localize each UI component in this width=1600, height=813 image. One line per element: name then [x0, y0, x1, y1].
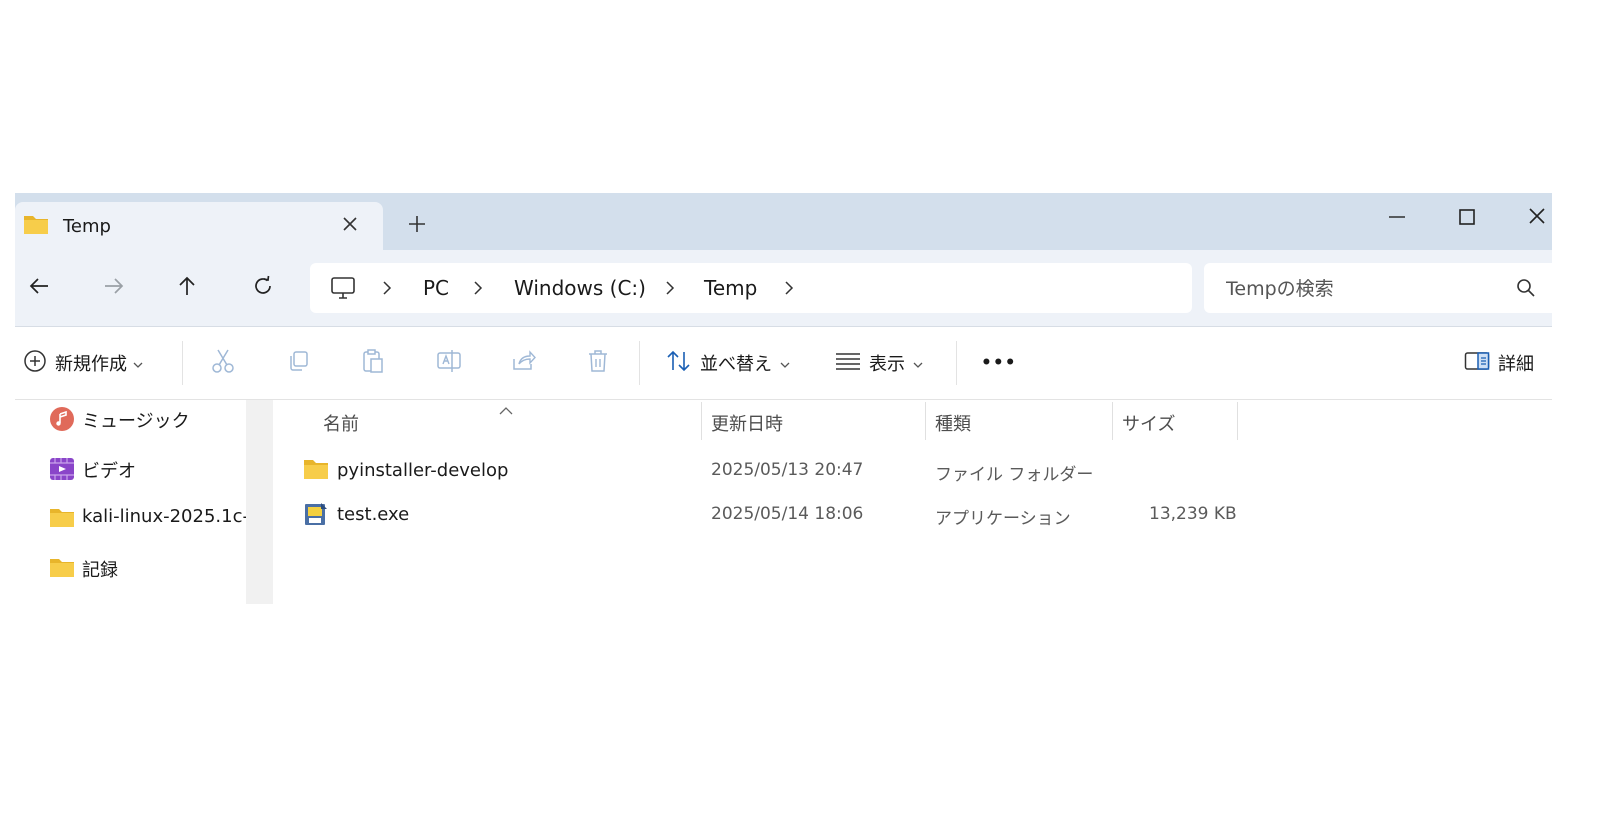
toolbar-divider — [182, 341, 183, 385]
column-divider[interactable] — [1237, 402, 1238, 440]
search-icon[interactable] — [1516, 278, 1536, 298]
column-divider[interactable] — [1112, 402, 1113, 440]
cut-icon — [211, 348, 235, 378]
view-button-label: 表示 — [869, 354, 905, 375]
sidebar-item-video[interactable]: ビデオ — [49, 452, 245, 486]
share-button[interactable] — [511, 327, 537, 399]
view-button[interactable]: 表示 — [835, 327, 923, 399]
tab-temp[interactable]: Temp — [15, 202, 383, 250]
details-pane-icon — [1464, 350, 1490, 376]
file-type: アプリケーション — [935, 509, 1071, 529]
copy-button[interactable] — [286, 327, 310, 399]
breadcrumb-temp[interactable]: Temp — [704, 276, 757, 300]
video-icon — [49, 456, 75, 482]
paste-button[interactable] — [361, 327, 385, 399]
share-icon — [511, 349, 537, 377]
navigation-pane-scrollbar[interactable] — [246, 400, 273, 604]
address-bar[interactable]: PC Windows (C:) Temp — [310, 263, 1192, 313]
navigation-pane: ミュージック ビデオ kali-linux-2025.1c-v 記録 — [15, 400, 246, 604]
sidebar-item-label: ミュージック — [82, 411, 190, 432]
maximize-button[interactable] — [1447, 199, 1487, 235]
sidebar-item-label: ビデオ — [82, 461, 136, 482]
chevron-down-icon — [780, 354, 790, 373]
forward-arrow-icon[interactable] — [102, 274, 126, 298]
toolbar-divider — [956, 341, 957, 385]
new-button[interactable]: 新規作成 — [23, 327, 143, 399]
column-header-modified[interactable]: 更新日時 — [711, 410, 783, 436]
folder-icon — [49, 505, 75, 531]
close-tab-icon[interactable] — [339, 213, 361, 235]
table-row[interactable]: pyinstaller-develop 2025/05/13 20:47 ファイ… — [301, 451, 1261, 491]
sidebar-item-label: 記録 — [82, 560, 118, 581]
file-explorer-window: Temp PC Windows (C:) Temp Tempの検索 新規作成 並… — [15, 193, 1552, 604]
navigation-bar: PC Windows (C:) Temp — [15, 250, 1552, 327]
toolbar-divider — [639, 341, 640, 385]
chevron-down-icon — [913, 354, 923, 373]
sort-ascending-icon — [499, 400, 513, 415]
copy-icon — [286, 349, 310, 377]
breadcrumb-windows-c[interactable]: Windows (C:) — [514, 276, 646, 300]
command-bar: 新規作成 並べ替え 表示 ••• 詳細 — [15, 327, 1552, 400]
music-icon — [49, 406, 75, 432]
table-row[interactable]: test.exe 2025/05/14 18:06 アプリケーション 13,23… — [301, 495, 1261, 535]
sort-button[interactable]: 並べ替え — [666, 327, 790, 399]
file-type: ファイル フォルダー — [935, 465, 1094, 485]
sort-icon — [666, 349, 692, 377]
file-list: 名前 更新日時 種類 サイズ pyinstaller-develop 2025/… — [273, 400, 1552, 604]
more-options-button[interactable]: ••• — [981, 327, 1017, 399]
folder-icon — [23, 213, 49, 239]
search-box[interactable] — [1204, 263, 1552, 313]
chevron-right-icon[interactable] — [381, 280, 393, 296]
sidebar-item-kali-linux[interactable]: kali-linux-2025.1c-v — [49, 501, 246, 535]
column-header-size[interactable]: サイズ — [1122, 410, 1175, 436]
trash-icon — [586, 348, 610, 378]
folder-icon — [303, 457, 329, 483]
refresh-icon[interactable] — [251, 274, 275, 298]
back-arrow-icon[interactable] — [27, 274, 51, 298]
column-header-name[interactable]: 名前 — [323, 410, 359, 436]
chevron-right-icon[interactable] — [472, 280, 484, 296]
more-options-icon: ••• — [981, 353, 1017, 373]
up-arrow-icon[interactable] — [175, 274, 199, 298]
details-pane-button[interactable]: 詳細 — [1464, 327, 1534, 399]
new-tab-icon[interactable] — [406, 213, 428, 235]
file-size: 13,239 KB — [1149, 504, 1237, 524]
search-input[interactable] — [1224, 274, 1508, 304]
chevron-right-icon[interactable] — [664, 280, 676, 296]
details-pane-label: 詳細 — [1498, 354, 1534, 375]
delete-button[interactable] — [586, 327, 610, 399]
chevron-down-icon — [133, 354, 143, 373]
file-name: pyinstaller-develop — [337, 460, 509, 481]
file-name: test.exe — [337, 504, 410, 525]
sidebar-item-records[interactable]: 記録 — [49, 551, 245, 585]
rename-icon — [436, 348, 462, 378]
file-modified: 2025/05/13 20:47 — [711, 460, 864, 480]
application-icon — [303, 501, 329, 527]
chevron-right-icon[interactable] — [783, 280, 795, 296]
list-view-icon — [835, 351, 861, 375]
sort-button-label: 並べ替え — [700, 354, 772, 375]
tab-title: Temp — [63, 216, 111, 237]
rename-button[interactable] — [436, 327, 462, 399]
sidebar-item-music[interactable]: ミュージック — [49, 402, 245, 436]
title-bar: Temp — [15, 193, 1552, 250]
add-circle-icon — [23, 349, 47, 377]
cut-button[interactable] — [211, 327, 235, 399]
column-divider[interactable] — [701, 402, 702, 440]
close-window-button[interactable] — [1517, 199, 1552, 235]
column-header-type[interactable]: 種類 — [935, 410, 971, 436]
folder-icon — [49, 555, 75, 581]
sidebar-item-label: kali-linux-2025.1c-v — [82, 506, 246, 527]
column-divider[interactable] — [925, 402, 926, 440]
computer-icon[interactable] — [330, 275, 356, 305]
explorer-body: ミュージック ビデオ kali-linux-2025.1c-v 記録 名前 更新… — [15, 400, 1552, 604]
new-button-label: 新規作成 — [55, 354, 127, 375]
file-modified: 2025/05/14 18:06 — [711, 504, 864, 524]
minimize-button[interactable] — [1377, 199, 1417, 235]
paste-icon — [361, 348, 385, 378]
breadcrumb-pc[interactable]: PC — [423, 276, 449, 300]
